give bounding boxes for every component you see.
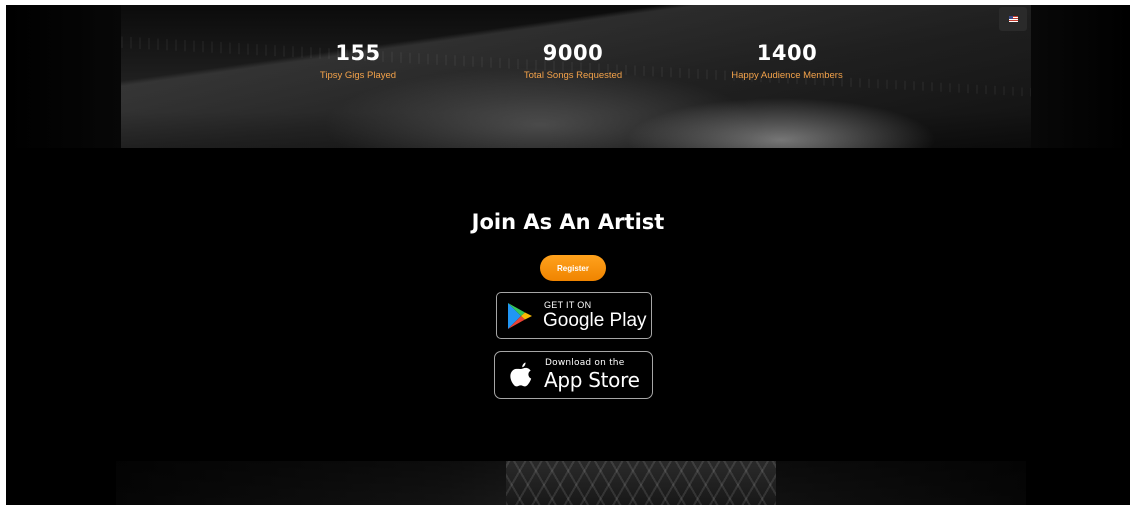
stage-truss-image	[506, 461, 776, 505]
app-store-big-text: App Store	[544, 368, 640, 392]
app-store-small-text: Download on the	[545, 358, 625, 368]
stat-label: Total Songs Requested	[523, 70, 623, 81]
join-title: Join As An Artist	[471, 210, 665, 234]
google-play-button[interactable]: GET IT ON Google Play	[496, 292, 652, 339]
stat-value: 155	[335, 41, 381, 65]
page: 155 Tipsy Gigs Played 9000 Total Songs R…	[6, 5, 1130, 505]
us-flag-icon	[1008, 16, 1018, 22]
stat-value: 9000	[542, 41, 604, 65]
hero-edge	[1031, 5, 1130, 148]
stat-gigs: 155 Tipsy Gigs Played	[248, 41, 468, 81]
language-selector-button[interactable]	[999, 7, 1027, 31]
app-store-button[interactable]: Download on the App Store	[494, 351, 653, 399]
apple-icon	[510, 362, 532, 387]
google-play-big-text: Google Play	[543, 310, 647, 331]
stat-label: Tipsy Gigs Played	[319, 70, 397, 81]
stat-value: 1400	[756, 41, 818, 65]
register-button[interactable]: Register	[540, 255, 606, 281]
stat-songs: 9000 Total Songs Requested	[463, 41, 683, 81]
stat-label: Happy Audience Members	[731, 70, 843, 81]
google-play-icon	[508, 303, 532, 329]
stat-audience: 1400 Happy Audience Members	[677, 41, 897, 81]
hero-edge	[6, 5, 121, 148]
google-play-small-text: GET IT ON	[544, 300, 592, 310]
